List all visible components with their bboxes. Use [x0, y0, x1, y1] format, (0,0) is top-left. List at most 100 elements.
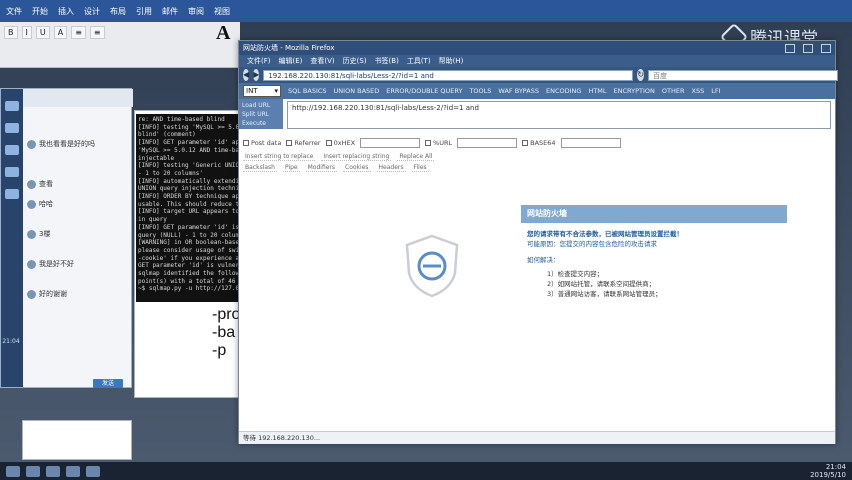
word-tab-insert[interactable]: 插入: [58, 6, 74, 17]
taskbar-app-icon[interactable]: [66, 465, 80, 477]
replace-all-button[interactable]: Replace All: [397, 153, 435, 161]
split-url-button[interactable]: Split URL: [242, 110, 280, 119]
menu-file[interactable]: 文件(F): [247, 56, 271, 66]
chat-message: 我是好不好: [27, 259, 74, 269]
menu-edit[interactable]: 编辑(E): [279, 56, 303, 66]
firefox-title: 网站防火墙 - Mozilla Firefox: [243, 44, 335, 52]
taskbar-app-icon[interactable]: [86, 465, 100, 477]
styles-letter[interactable]: A: [216, 22, 230, 45]
tool-item[interactable]: Modifiers: [305, 164, 338, 172]
tool-item[interactable]: Files: [411, 164, 429, 172]
bold-button[interactable]: B: [4, 26, 18, 39]
base64-button[interactable]: BASE64: [522, 139, 556, 147]
hackbar-url-textarea[interactable]: http://192.168.220.130:81/sqli-labs/Less…: [287, 101, 831, 129]
hackbar-menu-item[interactable]: ENCODING: [546, 87, 581, 95]
execute-button[interactable]: Execute: [242, 119, 280, 128]
files-icon[interactable]: [5, 145, 19, 155]
menu-help[interactable]: 帮助(H): [439, 56, 464, 66]
firefox-titlebar: 网站防火墙 - Mozilla Firefox: [239, 41, 835, 55]
search-input[interactable]: 百度: [648, 69, 839, 81]
align-center-button[interactable]: ≡: [89, 26, 105, 39]
avatar: [27, 229, 36, 239]
tool-item[interactable]: Backslash: [243, 164, 277, 172]
panel-body: 您的请求带有不合法参数，已被网站管理员设置拦截！ 可能原因：您提交的内容包含危险…: [527, 229, 783, 299]
word-tab-home[interactable]: 开始: [32, 6, 48, 17]
tool-item[interactable]: Headers: [376, 164, 406, 172]
send-button[interactable]: 发送: [93, 379, 123, 388]
contacts-icon[interactable]: [5, 123, 19, 133]
load-url-button[interactable]: Load URL: [242, 101, 280, 110]
terminal-line: -cookie' if you experience any problems: [138, 254, 244, 262]
underline-button[interactable]: U: [35, 26, 50, 39]
terminal-line: - 1 to 20 columns': [138, 169, 204, 177]
notes-text: -pro -ba -p: [212, 306, 240, 360]
chat-icon[interactable]: [5, 101, 19, 111]
tool-item[interactable]: Pipe: [282, 164, 300, 172]
navigation-bar: ◀ ▶ 192.168.220.130:81/sqli-labs/Less-2/…: [239, 67, 839, 83]
address-bar[interactable]: 192.168.220.130:81/sqli-labs/Less-2/?id=…: [263, 69, 634, 81]
post-data-checkbox[interactable]: Post data: [243, 139, 281, 147]
word-tab-mailings[interactable]: 邮件: [162, 6, 178, 17]
note-line: -p: [212, 342, 227, 359]
align-left-button[interactable]: ≡: [71, 26, 86, 39]
word-tab-references[interactable]: 引用: [136, 6, 152, 17]
forward-icon[interactable]: ▶: [253, 69, 260, 81]
base64-field[interactable]: [560, 138, 621, 148]
avatar: [27, 179, 36, 189]
terminal-line: [INFO] GET parameter 'id' appears to be: [138, 139, 244, 147]
hackbar-menu-item[interactable]: SQL BASICS: [288, 87, 327, 95]
taskbar-app-icon[interactable]: [26, 465, 40, 477]
word-tab-file[interactable]: 文件: [6, 6, 22, 17]
maximize-button[interactable]: [803, 43, 813, 53]
font-color-button[interactable]: A: [53, 26, 68, 39]
settings-icon[interactable]: [5, 189, 19, 199]
hackbar-type-select[interactable]: INT: [243, 85, 281, 97]
menu-history[interactable]: 历史(S): [343, 56, 367, 66]
menu-tools[interactable]: 工具(T): [407, 56, 431, 66]
hackbar-menu-item[interactable]: ERROR/DOUBLE QUERY: [386, 87, 462, 95]
word-tab-design[interactable]: 设计: [84, 6, 100, 17]
referrer-checkbox[interactable]: Referrer: [286, 139, 321, 147]
hex-field[interactable]: [360, 138, 421, 148]
minimize-button[interactable]: [785, 43, 795, 53]
italic-button[interactable]: I: [21, 26, 32, 39]
tool-item[interactable]: Cookies: [343, 164, 371, 172]
terminal-output: re: AND time-based blind [INFO] testing '…: [136, 114, 244, 302]
terminal-line: please consider usage of switch '--drop-…: [138, 246, 244, 254]
small-document: [22, 420, 132, 460]
close-button[interactable]: [821, 43, 831, 53]
hackbar-menu-item[interactable]: TOOLS: [469, 87, 491, 95]
hackbar-menu-item[interactable]: UNION BASED: [334, 87, 380, 95]
back-icon[interactable]: ◀: [243, 69, 250, 81]
insert-string-field[interactable]: Insert string to replace: [243, 153, 316, 161]
start-icon[interactable]: [6, 465, 20, 477]
word-tab-layout[interactable]: 布局: [110, 6, 126, 17]
hackbar-menu-item[interactable]: WAF BYPASS: [498, 87, 539, 95]
hex-button[interactable]: 0xHEX: [325, 139, 355, 147]
firewall-shield-icon: [405, 234, 459, 298]
url-encode-button[interactable]: %URL: [425, 139, 452, 147]
firewall-panel: 网站防火墙 您的请求带有不合法参数，已被网站管理员设置拦截！ 可能原因：您提交的…: [521, 205, 787, 353]
terminal-line: [INFO] target URL appears to have 3 colu…: [138, 208, 244, 216]
avatar: [27, 289, 36, 299]
image-icon[interactable]: [5, 167, 19, 177]
url-field[interactable]: [457, 138, 518, 148]
terminal-line: [INFO] testing 'MySQL >= 5.0.12 AND time…: [138, 123, 244, 131]
refresh-icon[interactable]: ↻: [637, 69, 645, 81]
hackbar-menu-item[interactable]: OTHER: [662, 87, 685, 95]
hackbar-menu-item[interactable]: HTML: [588, 87, 606, 95]
word-tab-review[interactable]: 审阅: [188, 6, 204, 17]
panel-title: 网站防火墙: [521, 205, 787, 223]
replacing-string-field[interactable]: Insert replacing string: [321, 153, 392, 161]
avatar: [27, 199, 36, 209]
hackbar-menu-item[interactable]: LFI: [711, 87, 720, 95]
word-tab-view[interactable]: 视图: [214, 6, 230, 17]
panel-reason: 可能原因：您提交的内容包含危险的攻击请求: [527, 240, 657, 248]
hackbar-menu-item[interactable]: ENCRYPTION: [614, 87, 655, 95]
menu-view[interactable]: 查看(V): [310, 56, 334, 66]
hackbar-menu-item[interactable]: XSS: [692, 87, 705, 95]
clock[interactable]: 21:04 2019/5/10: [810, 463, 846, 479]
menu-bookmarks[interactable]: 书签(B): [375, 56, 399, 66]
taskbar-app-icon[interactable]: [46, 465, 60, 477]
terminal-line: UNION query injection technique tests: [138, 185, 244, 193]
